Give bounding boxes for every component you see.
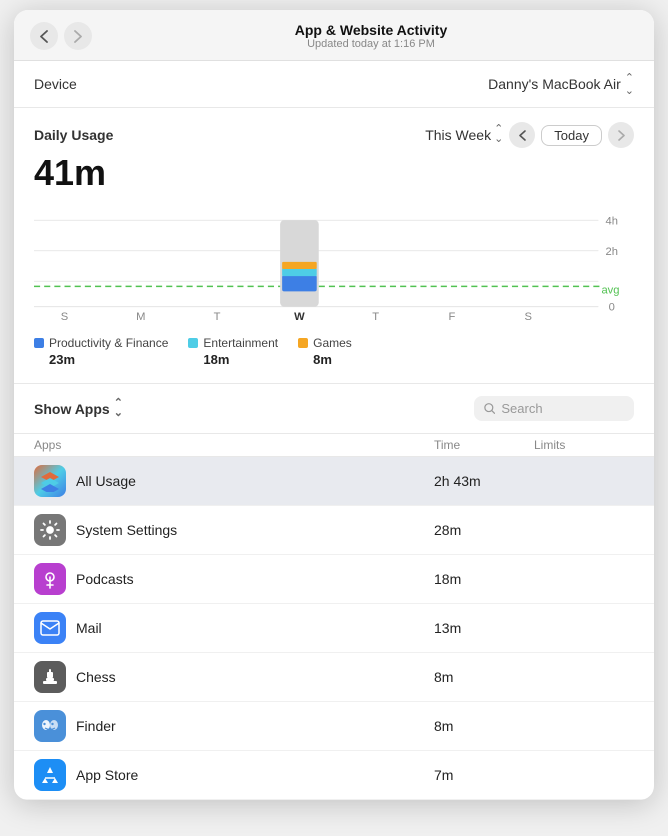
app-icon-podcast	[34, 563, 66, 595]
week-chevron-icon: ⌃⌄	[494, 125, 503, 145]
table-row[interactable]: System Settings 28m	[14, 506, 654, 555]
col-time: Time	[434, 438, 534, 452]
usage-time: 41m	[34, 152, 634, 194]
app-icon-chess	[34, 661, 66, 693]
app-name: Podcasts	[76, 571, 134, 587]
app-cell: System Settings	[34, 514, 434, 546]
svg-text:S: S	[525, 311, 532, 323]
app-table: All Usage 2h 43m System Settings 28m Pod…	[14, 457, 654, 800]
app-icon-finder	[34, 710, 66, 742]
show-apps-label: Show Apps	[34, 401, 110, 417]
svg-text:M: M	[136, 311, 145, 323]
app-time: 7m	[434, 767, 534, 783]
app-time: 13m	[434, 620, 534, 636]
productivity-time: 23m	[34, 352, 168, 367]
titlebar: App & Website Activity Updated today at …	[14, 10, 654, 61]
table-row[interactable]: Chess 8m	[14, 653, 654, 702]
svg-text:T: T	[372, 311, 379, 323]
app-name: System Settings	[76, 522, 177, 538]
svg-text:W: W	[294, 311, 305, 323]
search-input[interactable]	[501, 401, 624, 416]
col-apps: Apps	[34, 438, 434, 452]
app-name: All Usage	[76, 473, 136, 489]
usage-section: Daily Usage This Week ⌃⌄ Today	[14, 108, 654, 384]
chart-container: 4h 2h avg 0 S M T W T F S	[34, 206, 634, 326]
app-name: App Store	[76, 767, 138, 783]
app-icon-gear	[34, 514, 66, 546]
back-button[interactable]	[30, 22, 58, 50]
app-time: 2h 43m	[434, 473, 534, 489]
entertainment-label: Entertainment	[203, 336, 278, 350]
productivity-label: Productivity & Finance	[49, 336, 168, 350]
main-window: App & Website Activity Updated today at …	[14, 10, 654, 800]
apps-section: Show Apps ⌃⌄ Apps Time Limits	[14, 384, 654, 800]
app-icon-mail	[34, 612, 66, 644]
productivity-dot	[34, 338, 44, 348]
search-icon	[484, 402, 495, 415]
forward-button[interactable]	[64, 22, 92, 50]
app-icon-layers	[34, 465, 66, 497]
games-dot	[298, 338, 308, 348]
show-apps-chevron-icon: ⌃⌄	[114, 399, 123, 419]
app-cell: Finder	[34, 710, 434, 742]
usage-title: Daily Usage	[34, 127, 113, 143]
app-cell: App Store	[34, 759, 434, 791]
app-name: Mail	[76, 620, 102, 636]
entertainment-time: 18m	[188, 352, 278, 367]
chart-legend: Productivity & Finance 23m Entertainment…	[34, 336, 634, 373]
table-row[interactable]: All Usage 2h 43m	[14, 457, 654, 506]
device-row: Device Danny's MacBook Air ⌃⌄	[14, 61, 654, 108]
games-time: 8m	[298, 352, 352, 367]
week-label: This Week	[425, 127, 491, 143]
app-cell: Chess	[34, 661, 434, 693]
app-time: 8m	[434, 718, 534, 734]
next-week-button[interactable]	[608, 122, 634, 148]
app-name: Chess	[76, 669, 116, 685]
table-header: Apps Time Limits	[14, 434, 654, 457]
legend-productivity: Productivity & Finance 23m	[34, 336, 168, 367]
table-row[interactable]: Finder 8m	[14, 702, 654, 751]
app-cell: All Usage	[34, 465, 434, 497]
device-chevron-icon: ⌃⌄	[625, 71, 634, 97]
table-row[interactable]: App Store 7m	[14, 751, 654, 800]
title-info: App & Website Activity Updated today at …	[104, 22, 638, 50]
device-selector[interactable]: Danny's MacBook Air ⌃⌄	[488, 71, 634, 97]
show-apps-button[interactable]: Show Apps ⌃⌄	[34, 399, 123, 419]
svg-text:0: 0	[609, 302, 615, 314]
svg-text:2h: 2h	[606, 246, 618, 258]
games-label: Games	[313, 336, 352, 350]
week-selector[interactable]: This Week ⌃⌄	[425, 125, 503, 145]
app-cell: Podcasts	[34, 563, 434, 595]
app-time: 28m	[434, 522, 534, 538]
app-cell: Mail	[34, 612, 434, 644]
legend-games: Games 8m	[298, 336, 352, 367]
window-subtitle: Updated today at 1:16 PM	[104, 38, 638, 50]
prev-week-button[interactable]	[509, 122, 535, 148]
svg-text:F: F	[449, 311, 456, 323]
svg-text:T: T	[214, 311, 221, 323]
svg-text:avg: avg	[601, 284, 619, 296]
app-time: 8m	[434, 669, 534, 685]
table-row[interactable]: Podcasts 18m	[14, 555, 654, 604]
legend-entertainment: Entertainment 18m	[188, 336, 278, 367]
table-row[interactable]: Mail 13m	[14, 604, 654, 653]
app-time: 18m	[434, 571, 534, 587]
week-controls: This Week ⌃⌄ Today	[425, 122, 634, 148]
window-title: App & Website Activity	[104, 22, 638, 38]
nav-buttons	[30, 22, 92, 50]
device-label: Device	[34, 76, 77, 92]
today-button[interactable]: Today	[541, 125, 602, 146]
device-selected: Danny's MacBook Air	[488, 76, 621, 92]
search-box	[474, 396, 634, 421]
svg-text:S: S	[61, 311, 68, 323]
svg-text:4h: 4h	[606, 215, 618, 227]
col-limits: Limits	[534, 438, 634, 452]
usage-header: Daily Usage This Week ⌃⌄ Today	[34, 122, 634, 148]
apps-toolbar: Show Apps ⌃⌄	[14, 384, 654, 434]
entertainment-dot	[188, 338, 198, 348]
app-icon-appstore	[34, 759, 66, 791]
app-name: Finder	[76, 718, 116, 734]
usage-chart: 4h 2h avg 0 S M T W T F S	[34, 206, 634, 326]
